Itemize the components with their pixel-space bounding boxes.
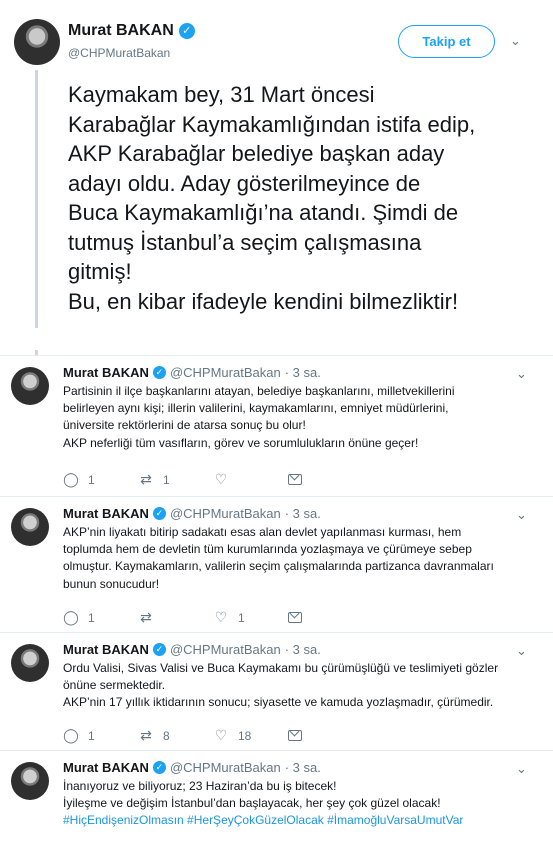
- direct-message-button[interactable]: [288, 474, 308, 485]
- verified-badge-icon: ✓: [152, 643, 166, 656]
- author-handle[interactable]: @CHPMuratBakan: [170, 365, 281, 380]
- reply-tweet[interactable]: Murat BAKAN ✓ @CHPMuratBakan · 3 sa. ⌄ İ…: [0, 750, 553, 842]
- tweet-text: AKP’nin liyakatı bitirip sadakatı esas a…: [63, 524, 538, 593]
- retweet-count: 8: [163, 728, 170, 743]
- chevron-down-icon[interactable]: ⌄: [516, 366, 527, 382]
- timestamp[interactable]: · 3 sa.: [285, 506, 321, 521]
- envelope-icon: [288, 612, 302, 623]
- tweet-text-line: Ordu Valisi, Sivas Valisi ve Buca Kaymak…: [63, 661, 499, 675]
- reply-tweet[interactable]: Murat BAKAN ✓ @CHPMuratBakan · 3 sa. ⌄ A…: [0, 496, 553, 632]
- avatar[interactable]: [11, 508, 49, 546]
- verified-badge-icon: ✓: [152, 761, 166, 774]
- verified-badge-icon: ✓: [178, 23, 195, 39]
- direct-message-button[interactable]: [288, 612, 308, 623]
- thread-line: [35, 70, 38, 328]
- chevron-down-icon[interactable]: ⌄: [516, 643, 527, 659]
- author-handle[interactable]: @CHPMuratBakan: [170, 642, 281, 657]
- timestamp[interactable]: · 3 sa.: [285, 365, 321, 380]
- verified-badge-icon: ✓: [152, 507, 166, 520]
- envelope-icon: [288, 730, 302, 741]
- retweet-icon: ⇄: [140, 609, 152, 625]
- tweet-actions: ◯ 1 ⇄ 8 ♡ 18: [63, 727, 308, 744]
- reply-icon: ◯: [63, 609, 79, 625]
- heart-icon: ♡: [214, 609, 228, 625]
- retweet-icon: ⇄: [140, 471, 152, 487]
- like-button[interactable]: ♡ 1: [213, 609, 288, 626]
- reply-icon: ◯: [63, 727, 79, 743]
- tweet-text: Ordu Valisi, Sivas Valisi ve Buca Kaymak…: [63, 660, 538, 712]
- retweet-button[interactable]: ⇄ 8: [138, 727, 213, 744]
- reply-header: Murat BAKAN ✓ @CHPMuratBakan · 3 sa.: [63, 365, 321, 380]
- avatar[interactable]: [14, 19, 60, 65]
- reply-icon: ◯: [63, 471, 79, 487]
- avatar[interactable]: [11, 762, 49, 800]
- reply-button[interactable]: ◯ 1: [63, 727, 138, 744]
- like-count: 1: [238, 610, 245, 625]
- author-name[interactable]: Murat BAKAN: [68, 22, 174, 40]
- tweet-text-line: AKP’nin 17 yıllık iktidarının sonucu; si…: [63, 695, 494, 710]
- author-name[interactable]: Murat BAKAN: [63, 506, 149, 521]
- tweet-text-line: üniversite rektörlerini de atarsa sonuç …: [63, 418, 306, 433]
- tweet-text-line: bunun sonucudur!: [63, 576, 160, 591]
- tweet-text: Partisinin il ilçe başkanlarını atayan, …: [63, 383, 538, 452]
- tweet-text-line: AKP neferliği tüm vasıfların, görev ve s…: [63, 435, 419, 450]
- tweet-actions: ◯ 1 ⇄ 1 ♡: [63, 471, 308, 488]
- author-handle[interactable]: @CHPMuratBakan: [68, 46, 170, 60]
- chevron-down-icon[interactable]: ⌄: [510, 33, 521, 49]
- direct-message-button[interactable]: [288, 730, 308, 741]
- tweet-text-line: Partisinin il ilçe başkanlarını atayan, …: [63, 384, 455, 398]
- tweet-text-line: toplumda hem de devletin tüm kurumlarınd…: [63, 542, 472, 557]
- tweet-actions: ◯ 1 ⇄ ♡ 1: [63, 609, 308, 626]
- reply-tweet[interactable]: Murat BAKAN ✓ @CHPMuratBakan · 3 sa. ⌄ P…: [0, 355, 553, 496]
- hashtag-links[interactable]: #HiçEndişenizOlmasın #HerŞeyÇokGüzelOlac…: [63, 812, 538, 829]
- reply-count: 1: [88, 610, 95, 625]
- author-name[interactable]: Murat BAKAN: [63, 642, 149, 657]
- reply-header: Murat BAKAN ✓ @CHPMuratBakan · 3 sa.: [63, 642, 321, 657]
- like-count: 18: [238, 728, 252, 743]
- reply-header: Murat BAKAN ✓ @CHPMuratBakan · 3 sa.: [63, 506, 321, 521]
- tweet-text-line: İyileşme ve değişim İstanbul’dan başlaya…: [63, 796, 441, 811]
- envelope-icon: [288, 474, 302, 485]
- retweet-button[interactable]: ⇄: [138, 609, 213, 626]
- verified-badge-icon: ✓: [152, 366, 166, 379]
- reply-count: 1: [88, 472, 95, 487]
- follow-button[interactable]: Takip et: [398, 25, 495, 58]
- like-button[interactable]: ♡: [213, 471, 288, 488]
- heart-icon: ♡: [214, 727, 228, 743]
- timestamp[interactable]: · 3 sa.: [285, 760, 321, 775]
- timestamp[interactable]: · 3 sa.: [285, 642, 321, 657]
- chevron-down-icon[interactable]: ⌄: [516, 507, 527, 523]
- author-handle[interactable]: @CHPMuratBakan: [170, 760, 281, 775]
- author-name-row[interactable]: Murat BAKAN ✓: [68, 22, 195, 40]
- reply-count: 1: [88, 728, 95, 743]
- tweet-text-line: olmuştur. Kaymakamların, valilerin seçim…: [63, 559, 494, 574]
- like-button[interactable]: ♡ 18: [213, 727, 288, 744]
- author-name[interactable]: Murat BAKAN: [63, 365, 149, 380]
- avatar[interactable]: [11, 367, 49, 405]
- main-tweet: Murat BAKAN ✓ @CHPMuratBakan Takip et ⌄ …: [0, 0, 553, 355]
- retweet-count: 1: [163, 472, 170, 487]
- retweet-icon: ⇄: [140, 727, 152, 743]
- avatar[interactable]: [11, 644, 49, 682]
- retweet-button[interactable]: ⇄ 1: [138, 471, 213, 488]
- author-handle[interactable]: @CHPMuratBakan: [170, 506, 281, 521]
- tweet-text-line: belirleyen aynı kişi; illerin valilerini…: [63, 401, 449, 416]
- reply-button[interactable]: ◯ 1: [63, 471, 138, 488]
- reply-header: Murat BAKAN ✓ @CHPMuratBakan · 3 sa.: [63, 760, 321, 775]
- tweet-text-line: İnanıyoruz ve biliyoruz; 23 Haziran’da b…: [63, 779, 337, 793]
- reply-button[interactable]: ◯ 1: [63, 609, 138, 626]
- tweet-text: Kaymakam bey, 31 Mart öncesi Karabağlar …: [68, 82, 476, 314]
- tweet-text: İnanıyoruz ve biliyoruz; 23 Haziran’da b…: [63, 778, 538, 830]
- author-name[interactable]: Murat BAKAN: [63, 760, 149, 775]
- heart-icon: ♡: [214, 471, 228, 487]
- tweet-text-line: AKP’nin liyakatı bitirip sadakatı esas a…: [63, 525, 462, 539]
- tweet-text-line: önüne sermektedir.: [63, 678, 166, 693]
- reply-tweet[interactable]: Murat BAKAN ✓ @CHPMuratBakan · 3 sa. ⌄ O…: [0, 632, 553, 750]
- chevron-down-icon[interactable]: ⌄: [516, 761, 527, 777]
